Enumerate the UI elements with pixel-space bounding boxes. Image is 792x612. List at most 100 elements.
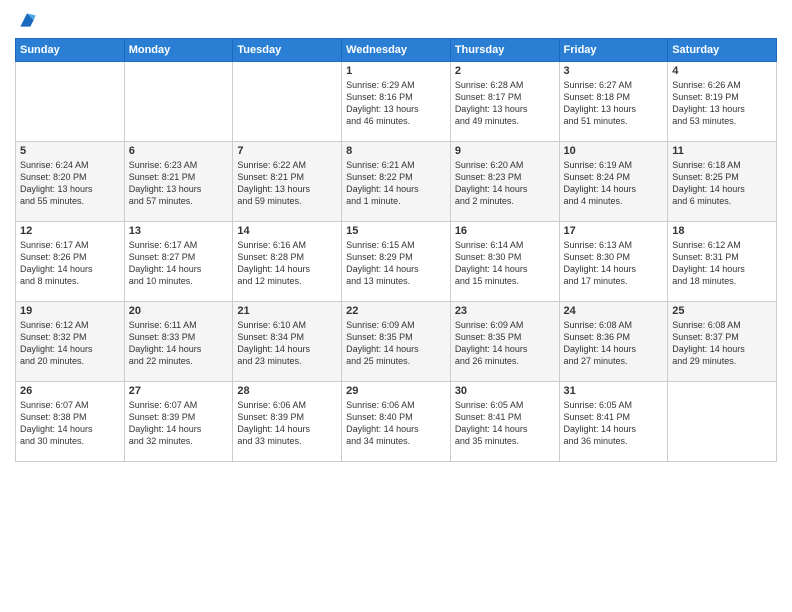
day-number: 6 bbox=[129, 145, 229, 157]
day-info: Sunrise: 6:07 AM Sunset: 8:39 PM Dayligh… bbox=[129, 399, 229, 448]
weekday-header-friday: Friday bbox=[559, 39, 668, 62]
day-info: Sunrise: 6:15 AM Sunset: 8:29 PM Dayligh… bbox=[346, 239, 446, 288]
calendar-cell: 10 Sunrise: 6:19 AM Sunset: 8:24 PM Dayli… bbox=[559, 142, 668, 222]
day-info: Sunrise: 6:08 AM Sunset: 8:37 PM Dayligh… bbox=[672, 319, 772, 368]
calendar-cell: 12 Sunrise: 6:17 AM Sunset: 8:26 PM Dayli… bbox=[16, 222, 125, 302]
day-number: 27 bbox=[129, 385, 229, 397]
day-number: 9 bbox=[455, 145, 555, 157]
day-info: Sunrise: 6:09 AM Sunset: 8:35 PM Dayligh… bbox=[455, 319, 555, 368]
day-number: 24 bbox=[564, 305, 664, 317]
day-number: 17 bbox=[564, 225, 664, 237]
day-number: 13 bbox=[129, 225, 229, 237]
calendar-cell: 22 Sunrise: 6:09 AM Sunset: 8:35 PM Dayli… bbox=[342, 302, 451, 382]
calendar-cell: 6 Sunrise: 6:23 AM Sunset: 8:21 PM Daylig… bbox=[124, 142, 233, 222]
logo bbox=[15, 10, 37, 30]
day-number: 8 bbox=[346, 145, 446, 157]
calendar-cell: 17 Sunrise: 6:13 AM Sunset: 8:30 PM Dayli… bbox=[559, 222, 668, 302]
calendar-cell: 18 Sunrise: 6:12 AM Sunset: 8:31 PM Dayli… bbox=[668, 222, 777, 302]
calendar-cell: 29Sunrise: 6:06 AM Sunset: 8:40 PM Dayli… bbox=[342, 382, 451, 462]
day-number: 22 bbox=[346, 305, 446, 317]
day-info: Sunrise: 6:19 AM Sunset: 8:24 PM Dayligh… bbox=[564, 159, 664, 208]
day-info: Sunrise: 6:18 AM Sunset: 8:25 PM Dayligh… bbox=[672, 159, 772, 208]
calendar-cell: 3Sunrise: 6:27 AM Sunset: 8:18 PM Daylig… bbox=[559, 62, 668, 142]
calendar-cell: 15 Sunrise: 6:15 AM Sunset: 8:29 PM Dayli… bbox=[342, 222, 451, 302]
day-number: 1 bbox=[346, 65, 446, 77]
day-number: 7 bbox=[237, 145, 337, 157]
calendar-cell: 1 Sunrise: 6:29 AM Sunset: 8:16 PM Daylig… bbox=[342, 62, 451, 142]
week-row-5: 26 Sunrise: 6:07 AM Sunset: 8:38 PM Dayli… bbox=[16, 382, 777, 462]
calendar-cell: 25 Sunrise: 6:08 AM Sunset: 8:37 PM Dayli… bbox=[668, 302, 777, 382]
calendar-cell: 19 Sunrise: 6:12 AM Sunset: 8:32 PM Dayli… bbox=[16, 302, 125, 382]
calendar-cell: 9 Sunrise: 6:20 AM Sunset: 8:23 PM Daylig… bbox=[450, 142, 559, 222]
day-number: 30 bbox=[455, 385, 555, 397]
weekday-header-row: SundayMondayTuesdayWednesdayThursdayFrid… bbox=[16, 39, 777, 62]
day-number: 2 bbox=[455, 65, 555, 77]
calendar-cell bbox=[16, 62, 125, 142]
calendar-cell: 31Sunrise: 6:05 AM Sunset: 8:41 PM Dayli… bbox=[559, 382, 668, 462]
calendar-cell: 13 Sunrise: 6:17 AM Sunset: 8:27 PM Dayli… bbox=[124, 222, 233, 302]
calendar-cell bbox=[668, 382, 777, 462]
weekday-header-wednesday: Wednesday bbox=[342, 39, 451, 62]
day-number: 12 bbox=[20, 225, 120, 237]
day-info: Sunrise: 6:26 AM Sunset: 8:19 PM Dayligh… bbox=[672, 79, 772, 128]
calendar-cell bbox=[233, 62, 342, 142]
calendar-cell: 30 Sunrise: 6:05 AM Sunset: 8:41 PM Dayli… bbox=[450, 382, 559, 462]
day-info: Sunrise: 6:10 AM Sunset: 8:34 PM Dayligh… bbox=[237, 319, 337, 368]
day-info: Sunrise: 6:16 AM Sunset: 8:28 PM Dayligh… bbox=[237, 239, 337, 288]
day-info: Sunrise: 6:12 AM Sunset: 8:31 PM Dayligh… bbox=[672, 239, 772, 288]
weekday-header-saturday: Saturday bbox=[668, 39, 777, 62]
calendar-cell: 5 Sunrise: 6:24 AM Sunset: 8:20 PM Daylig… bbox=[16, 142, 125, 222]
day-info: Sunrise: 6:06 AM Sunset: 8:40 PM Dayligh… bbox=[346, 399, 446, 448]
day-number: 5 bbox=[20, 145, 120, 157]
day-info: Sunrise: 6:20 AM Sunset: 8:23 PM Dayligh… bbox=[455, 159, 555, 208]
calendar-cell: 4 Sunrise: 6:26 AM Sunset: 8:19 PM Daylig… bbox=[668, 62, 777, 142]
day-number: 16 bbox=[455, 225, 555, 237]
day-info: Sunrise: 6:14 AM Sunset: 8:30 PM Dayligh… bbox=[455, 239, 555, 288]
weekday-header-thursday: Thursday bbox=[450, 39, 559, 62]
calendar-cell: 7 Sunrise: 6:22 AM Sunset: 8:21 PM Daylig… bbox=[233, 142, 342, 222]
week-row-4: 19 Sunrise: 6:12 AM Sunset: 8:32 PM Dayli… bbox=[16, 302, 777, 382]
week-row-3: 12 Sunrise: 6:17 AM Sunset: 8:26 PM Dayli… bbox=[16, 222, 777, 302]
day-number: 15 bbox=[346, 225, 446, 237]
day-info: Sunrise: 6:17 AM Sunset: 8:27 PM Dayligh… bbox=[129, 239, 229, 288]
day-info: Sunrise: 6:24 AM Sunset: 8:20 PM Dayligh… bbox=[20, 159, 120, 208]
calendar-cell: 21Sunrise: 6:10 AM Sunset: 8:34 PM Dayli… bbox=[233, 302, 342, 382]
day-number: 4 bbox=[672, 65, 772, 77]
day-info: Sunrise: 6:11 AM Sunset: 8:33 PM Dayligh… bbox=[129, 319, 229, 368]
day-number: 14 bbox=[237, 225, 337, 237]
day-number: 25 bbox=[672, 305, 772, 317]
day-info: Sunrise: 6:05 AM Sunset: 8:41 PM Dayligh… bbox=[455, 399, 555, 448]
weekday-header-monday: Monday bbox=[124, 39, 233, 62]
day-number: 18 bbox=[672, 225, 772, 237]
weekday-header-tuesday: Tuesday bbox=[233, 39, 342, 62]
day-number: 20 bbox=[129, 305, 229, 317]
logo-icon bbox=[17, 10, 37, 30]
day-number: 19 bbox=[20, 305, 120, 317]
day-info: Sunrise: 6:27 AM Sunset: 8:18 PM Dayligh… bbox=[564, 79, 664, 128]
day-number: 23 bbox=[455, 305, 555, 317]
day-info: Sunrise: 6:07 AM Sunset: 8:38 PM Dayligh… bbox=[20, 399, 120, 448]
calendar-cell: 23 Sunrise: 6:09 AM Sunset: 8:35 PM Dayli… bbox=[450, 302, 559, 382]
day-info: Sunrise: 6:21 AM Sunset: 8:22 PM Dayligh… bbox=[346, 159, 446, 208]
calendar-cell bbox=[124, 62, 233, 142]
calendar-cell: 26 Sunrise: 6:07 AM Sunset: 8:38 PM Dayli… bbox=[16, 382, 125, 462]
day-info: Sunrise: 6:09 AM Sunset: 8:35 PM Dayligh… bbox=[346, 319, 446, 368]
calendar-cell: 11Sunrise: 6:18 AM Sunset: 8:25 PM Dayli… bbox=[668, 142, 777, 222]
day-info: Sunrise: 6:05 AM Sunset: 8:41 PM Dayligh… bbox=[564, 399, 664, 448]
day-info: Sunrise: 6:17 AM Sunset: 8:26 PM Dayligh… bbox=[20, 239, 120, 288]
day-info: Sunrise: 6:13 AM Sunset: 8:30 PM Dayligh… bbox=[564, 239, 664, 288]
calendar-cell: 28Sunrise: 6:06 AM Sunset: 8:39 PM Dayli… bbox=[233, 382, 342, 462]
day-info: Sunrise: 6:29 AM Sunset: 8:16 PM Dayligh… bbox=[346, 79, 446, 128]
calendar-cell: 14 Sunrise: 6:16 AM Sunset: 8:28 PM Dayli… bbox=[233, 222, 342, 302]
calendar-cell: 8 Sunrise: 6:21 AM Sunset: 8:22 PM Daylig… bbox=[342, 142, 451, 222]
week-row-2: 5 Sunrise: 6:24 AM Sunset: 8:20 PM Daylig… bbox=[16, 142, 777, 222]
day-info: Sunrise: 6:12 AM Sunset: 8:32 PM Dayligh… bbox=[20, 319, 120, 368]
day-info: Sunrise: 6:22 AM Sunset: 8:21 PM Dayligh… bbox=[237, 159, 337, 208]
week-row-1: 1 Sunrise: 6:29 AM Sunset: 8:16 PM Daylig… bbox=[16, 62, 777, 142]
day-number: 26 bbox=[20, 385, 120, 397]
day-number: 10 bbox=[564, 145, 664, 157]
calendar-cell: 20 Sunrise: 6:11 AM Sunset: 8:33 PM Dayli… bbox=[124, 302, 233, 382]
calendar: SundayMondayTuesdayWednesdayThursdayFrid… bbox=[15, 38, 777, 462]
day-info: Sunrise: 6:06 AM Sunset: 8:39 PM Dayligh… bbox=[237, 399, 337, 448]
day-info: Sunrise: 6:23 AM Sunset: 8:21 PM Dayligh… bbox=[129, 159, 229, 208]
